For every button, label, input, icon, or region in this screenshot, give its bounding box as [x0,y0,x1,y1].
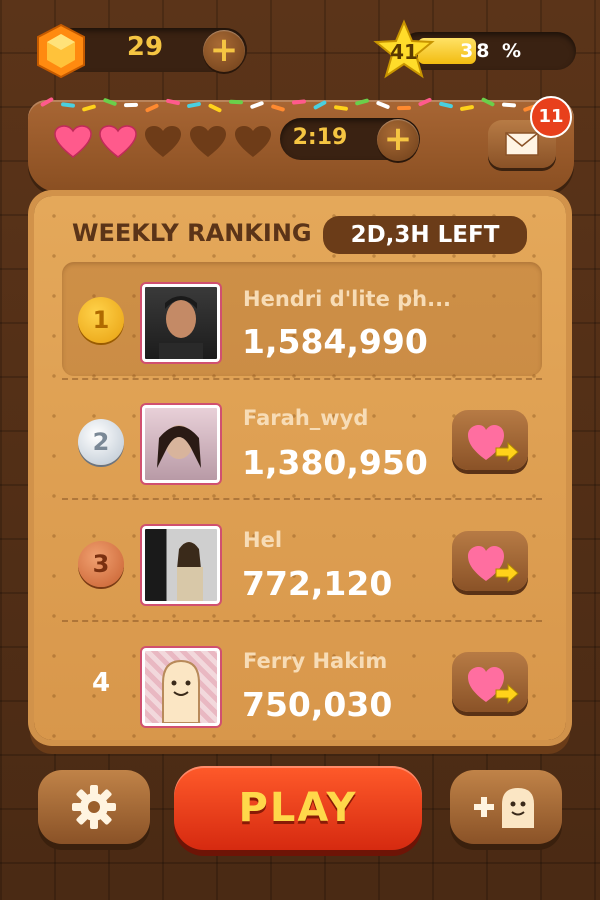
add-hearts-button[interactable]: + [377,119,419,161]
heart-icon [99,125,137,158]
player-score: 750,030 [242,685,393,724]
xp-percent: 38 % [460,40,525,62]
time-left-badge: 2D,3H LEFT [323,216,527,254]
send-heart-icon [468,425,519,463]
add-friend-button[interactable] [450,770,562,844]
send-heart-button[interactable] [452,652,528,712]
level-number: 41 [390,40,418,64]
avatar[interactable] [142,405,220,483]
send-heart-icon [468,546,519,584]
gem-icon [37,23,85,79]
gear-icon [72,785,116,829]
mail-count-badge: 11 [530,96,572,138]
empty-heart-icon [235,126,271,157]
empty-heart-icon [145,126,181,157]
avatar[interactable] [142,648,220,726]
sprinkle [228,99,244,105]
player-score: 1,380,950 [242,443,428,482]
send-heart-icon [468,667,519,705]
add-gems-button[interactable]: + [203,30,245,72]
rank-number: 4 [91,668,111,698]
send-heart-button[interactable] [452,531,528,591]
player-name: Ferry Hakim [243,649,388,673]
player-name: Hendri d'lite ph... [243,287,452,311]
silver-medal-icon: 2 [78,419,124,465]
empty-heart-icon [190,126,226,157]
heart-timer-text: 2:19 [292,125,348,150]
player-name: Farah_wyd [243,406,369,430]
heart-icon [54,125,92,158]
bronze-medal-icon: 3 [78,541,124,587]
row-divider [62,378,542,380]
sprinkle [396,105,412,111]
send-heart-button[interactable] [452,410,528,470]
gold-medal-icon: 1 [78,297,124,343]
add-friend-icon [474,788,534,828]
row-divider [62,620,542,622]
player-score: 772,120 [242,564,393,603]
avatar[interactable] [142,284,220,362]
play-button[interactable]: PLAY [174,766,422,850]
player-score: 1,584,990 [242,322,428,361]
player-name: Hel [243,528,283,552]
gem-count: 29 [126,32,164,62]
ranking-title: WEEKLY RANKING [72,219,312,247]
sprinkle [123,102,139,108]
avatar[interactable] [142,526,220,604]
row-divider [62,498,542,500]
settings-button[interactable] [38,770,150,844]
